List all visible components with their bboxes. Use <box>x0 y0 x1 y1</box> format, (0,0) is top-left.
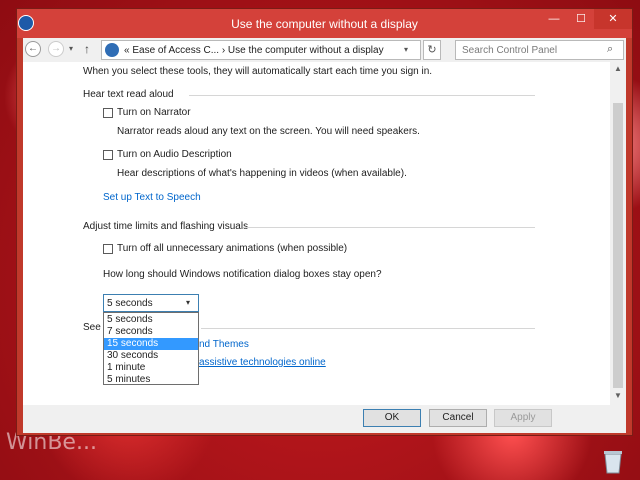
maximize-button[interactable]: ☐ <box>568 9 594 29</box>
dropdown-option[interactable]: 5 minutes <box>104 374 198 386</box>
assistive-tech-link[interactable]: assistive technologies online <box>199 357 326 368</box>
recent-locations-icon[interactable]: ▾ <box>69 44 79 53</box>
vertical-scrollbar[interactable]: ▲ ▼ <box>610 62 626 405</box>
search-placeholder: Search Control Panel <box>462 45 558 56</box>
back-arrow-icon[interactable]: ← <box>25 41 41 57</box>
button-bar: OK Cancel Apply <box>23 405 626 433</box>
section-divider <box>189 95 535 96</box>
apply-button[interactable]: Apply <box>494 409 552 427</box>
section-header-time-limits: Adjust time limits and flashing visuals <box>83 221 249 232</box>
minimize-button[interactable]: — <box>541 9 567 29</box>
title-bar[interactable]: Use the computer without a display — ☐ ✕ <box>17 9 632 38</box>
text-to-speech-link[interactable]: Set up Text to Speech <box>103 192 201 203</box>
audio-description-text: Hear descriptions of what's happening in… <box>117 168 407 179</box>
close-button[interactable]: ✕ <box>594 9 632 29</box>
forward-arrow-icon[interactable]: → <box>48 41 64 57</box>
narrator-description: Narrator reads aloud any text on the scr… <box>117 126 420 137</box>
section-divider <box>201 328 535 329</box>
refresh-icon[interactable]: ↻ <box>423 40 441 60</box>
dropdown-option-highlighted[interactable]: 15 seconds <box>104 338 198 350</box>
narrator-label[interactable]: Turn on Narrator <box>117 107 191 118</box>
chevron-down-icon[interactable]: ▾ <box>404 45 408 54</box>
control-panel-window: Use the computer without a display — ☐ ✕… <box>16 8 633 436</box>
section-divider <box>245 227 535 228</box>
intro-text: When you select these tools, they will a… <box>83 66 433 77</box>
cancel-button[interactable]: Cancel <box>429 409 487 427</box>
dropdown-option[interactable]: 7 seconds <box>104 326 198 338</box>
address-bar[interactable]: « Ease of Access C... › Use the computer… <box>101 40 421 60</box>
navigation-bar: ← → ▾ ↑ « Ease of Access C... › Use the … <box>23 38 626 62</box>
dropdown-option[interactable]: 5 seconds <box>104 314 198 326</box>
audio-description-label[interactable]: Turn on Audio Description <box>117 149 232 160</box>
scrollbar-thumb[interactable] <box>613 103 623 388</box>
search-input[interactable]: Search Control Panel ⌕ <box>455 40 624 60</box>
search-icon[interactable]: ⌕ <box>607 43 613 56</box>
chevron-down-icon[interactable]: ▾ <box>186 298 190 307</box>
notification-duration-question: How long should Windows notification dia… <box>103 269 382 280</box>
animations-checkbox[interactable] <box>103 244 113 254</box>
settings-content: When you select these tools, they will a… <box>23 62 610 405</box>
breadcrumb[interactable]: « Ease of Access C... › Use the computer… <box>124 45 384 56</box>
select-value: 5 seconds <box>107 298 153 309</box>
window-title: Use the computer without a display <box>231 17 418 31</box>
narrator-checkbox[interactable] <box>103 108 113 118</box>
up-arrow-icon[interactable]: ↑ <box>84 42 96 56</box>
fonts-themes-link[interactable]: nd Themes <box>199 339 249 350</box>
notification-duration-select[interactable]: 5 seconds ▾ <box>103 294 199 312</box>
dropdown-option[interactable]: 1 minute <box>104 362 198 374</box>
section-header-text-aloud: Hear text read aloud <box>83 89 174 100</box>
dropdown-option[interactable]: 30 seconds <box>104 350 198 362</box>
ok-button[interactable]: OK <box>363 409 421 427</box>
duration-dropdown-list: 5 seconds 7 seconds 15 seconds 30 second… <box>103 312 199 385</box>
animations-label[interactable]: Turn off all unnecessary animations (whe… <box>117 243 347 254</box>
scroll-down-icon[interactable]: ▼ <box>614 391 622 400</box>
audio-description-checkbox[interactable] <box>103 150 113 160</box>
scroll-up-icon[interactable]: ▲ <box>614 64 622 73</box>
recycle-bin-icon[interactable] <box>602 448 624 474</box>
control-panel-icon <box>105 43 119 57</box>
